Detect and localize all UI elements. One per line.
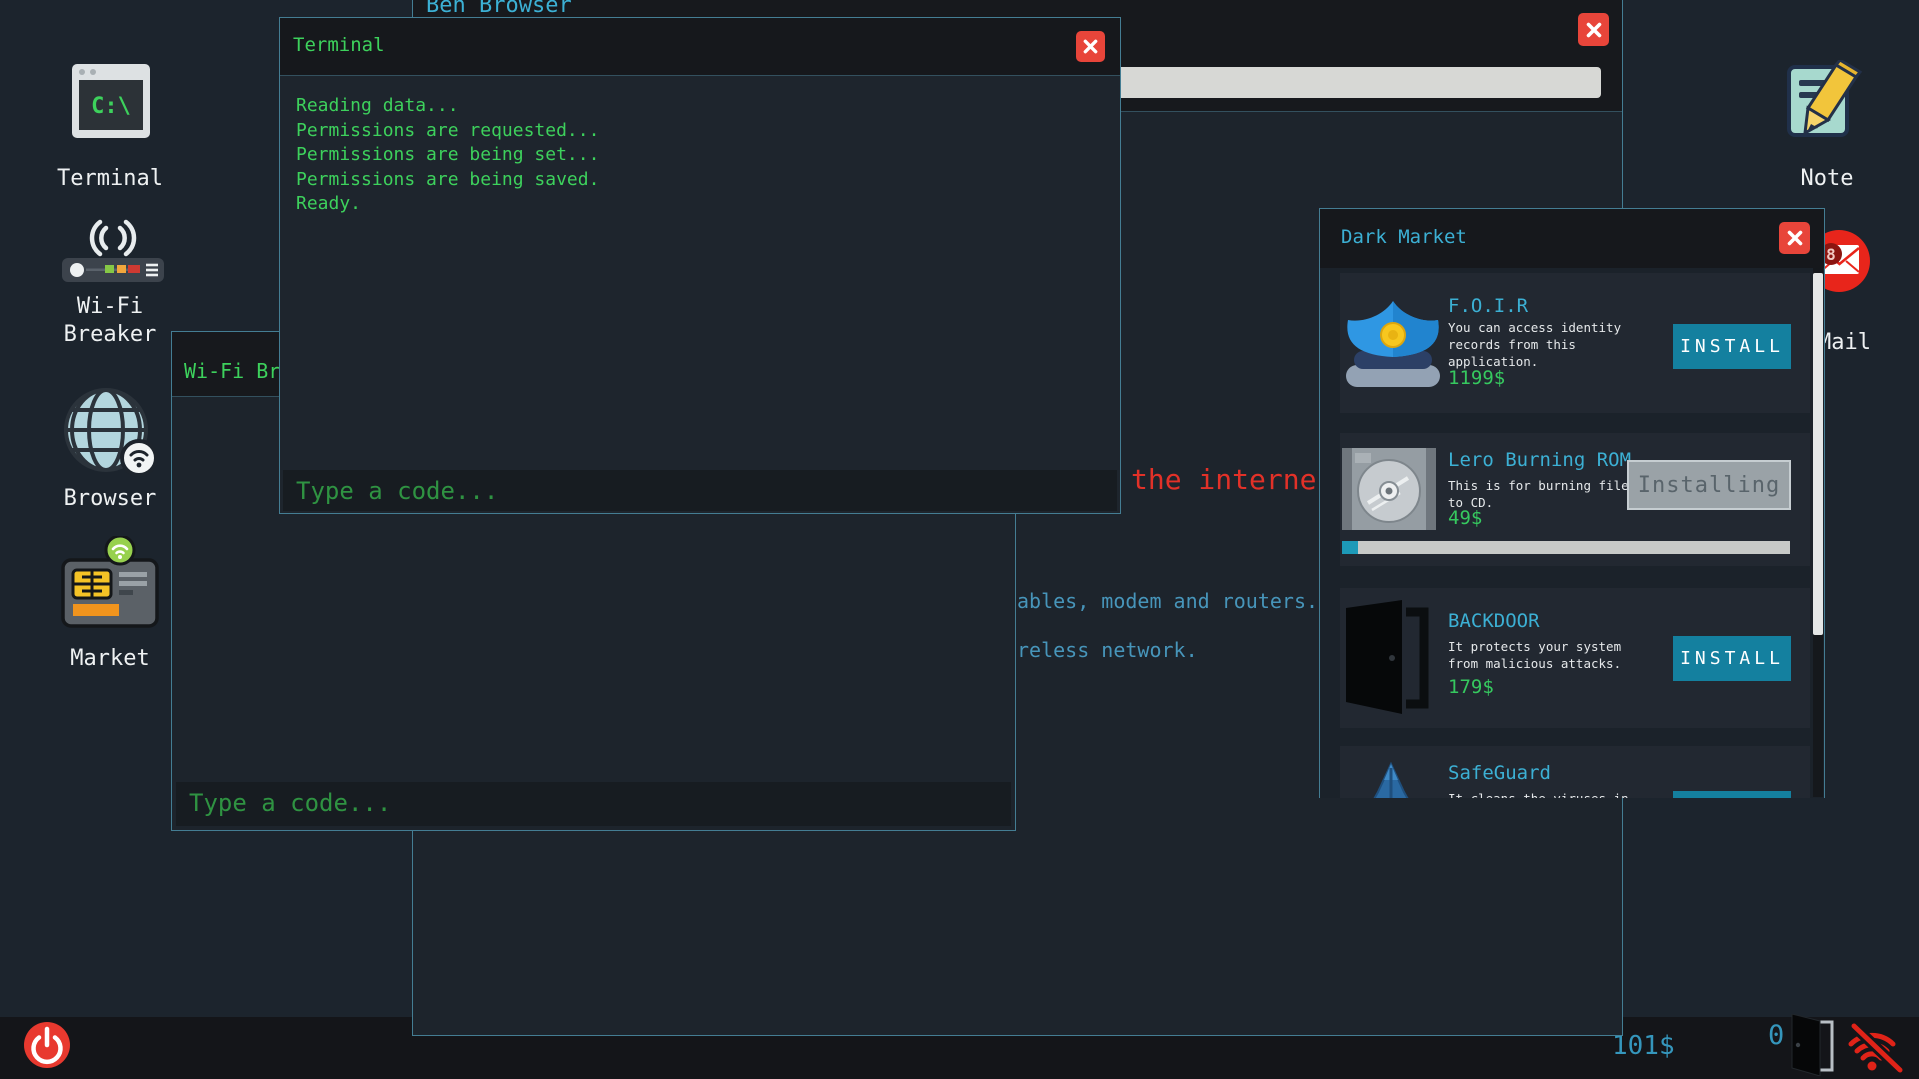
close-icon (1083, 39, 1098, 54)
icon-label-browser: Browser (30, 486, 190, 511)
dark-market-window: Dark Market F.O.I.R You can access ident… (1319, 208, 1825, 798)
terminal-input-placeholder: Type a code... (296, 477, 498, 505)
browser-close-button[interactable] (1578, 13, 1609, 46)
power-button[interactable] (24, 1022, 70, 1068)
terminal-line: Permissions are being set... (296, 143, 599, 168)
globe-wifi-icon (60, 386, 160, 478)
icon-label-market: Market (30, 646, 190, 671)
market-item-safeguard: SafeGuard It cleans the viruses in INSTA… (1340, 746, 1810, 798)
installing-button-lero: Installing (1627, 460, 1791, 510)
item-name: F.O.I.R (1448, 295, 1528, 317)
power-icon (24, 1022, 70, 1068)
item-desc: It protects your systemfrom malicious at… (1448, 638, 1621, 672)
wifi-breaker-code-input[interactable]: Type a code... (176, 782, 1011, 826)
close-icon (1787, 230, 1803, 246)
notepad-pencil-icon (1784, 60, 1870, 144)
item-desc: It cleans the viruses in (1448, 790, 1629, 798)
dark-market-close-button[interactable] (1779, 222, 1810, 254)
browser-error-line-2: reless network. (1017, 638, 1198, 662)
terminal-code-input[interactable]: Type a code... (283, 470, 1117, 511)
item-price: 179$ (1448, 676, 1494, 698)
open-door-icon[interactable] (1788, 1014, 1836, 1076)
icon-label-wifi-breaker-2: Breaker (30, 322, 190, 347)
terminal-titlebar (280, 18, 1120, 76)
shield-jet-icon (1354, 762, 1428, 798)
install-button-safeguard[interactable]: INSTALL (1673, 791, 1791, 798)
terminal-line: Permissions are requested... (296, 119, 599, 144)
install-button-backdoor[interactable]: INSTALL (1673, 636, 1791, 681)
market-item-backdoor: BACKDOOR It protects your systemfrom mal… (1340, 588, 1810, 728)
item-price: 49$ (1448, 507, 1482, 529)
browser-error-line-1: ables, modem and routers. (1017, 589, 1318, 613)
terminal-output: Reading data... Permissions are requeste… (296, 94, 599, 217)
browser-window-title: Ben Browser (426, 0, 572, 18)
wifi-off-icon[interactable] (1846, 1022, 1908, 1074)
item-name: BACKDOOR (1448, 610, 1540, 632)
market-scrollbar-thumb[interactable] (1813, 273, 1823, 635)
terminal-window: Terminal Reading data... Permissions are… (279, 17, 1121, 514)
dark-market-window-title: Dark Market (1341, 226, 1467, 248)
item-name: Lero Burning ROM (1448, 449, 1631, 471)
install-progress-bar (1342, 541, 1790, 554)
police-cap-icon (1340, 295, 1446, 393)
terminal-window-title: Terminal (293, 34, 385, 56)
install-progress-fill (1342, 541, 1358, 554)
icon-label-mail: Mail (1818, 330, 1898, 355)
market-item-lero: Lero Burning ROM This is for burning fil… (1340, 433, 1810, 566)
item-price: 1199$ (1448, 367, 1505, 389)
door-counter: 0 (1768, 1020, 1784, 1051)
terminal-line: Ready. (296, 192, 599, 217)
terminal-line: Permissions are being saved. (296, 168, 599, 193)
icon-label-note: Note (1747, 166, 1907, 191)
backdoor-icon (1338, 598, 1434, 716)
item-desc: You can access identityrecords from this… (1448, 319, 1621, 370)
svg-text:C:\: C:\ (91, 94, 131, 119)
icon-label-terminal: Terminal (30, 166, 190, 191)
wifi-breaker-input-placeholder: Type a code... (189, 789, 391, 817)
item-desc: This is for burning filesto CD. (1448, 477, 1636, 511)
terminal-line: Reading data... (296, 94, 599, 119)
close-icon (1586, 22, 1602, 38)
browser-error-heading: the interne (1131, 463, 1316, 496)
mail-badge: 8 (1826, 245, 1836, 264)
card-wifi-icon (58, 536, 162, 632)
market-scrollbar[interactable] (1813, 268, 1823, 797)
market-item-foir: F.O.I.R You can access identityrecords f… (1340, 273, 1810, 413)
terminal-window-icon: C:\ (71, 63, 151, 139)
install-button-foir[interactable]: INSTALL (1673, 324, 1791, 369)
router-waves-icon (60, 210, 166, 284)
cd-rom-icon (1342, 448, 1436, 530)
item-name: SafeGuard (1448, 762, 1551, 784)
icon-label-wifi-breaker-1: Wi-Fi (30, 294, 190, 319)
dark-market-list: F.O.I.R You can access identityrecords f… (1320, 268, 1824, 798)
terminal-close-button[interactable] (1076, 31, 1105, 62)
